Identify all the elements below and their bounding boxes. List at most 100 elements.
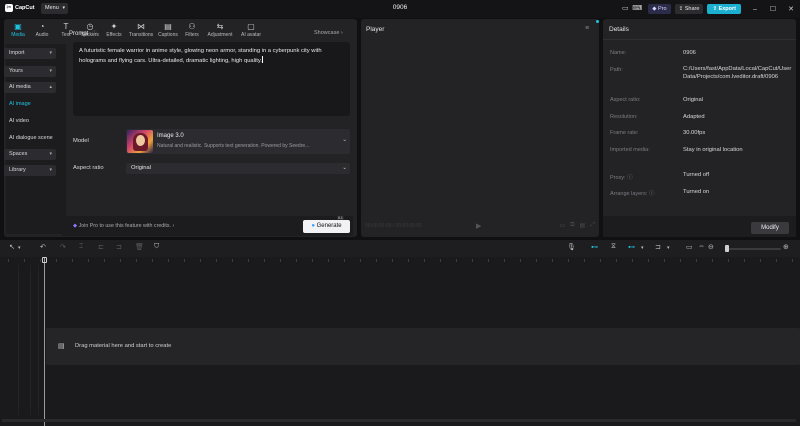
split-right-icon[interactable]: ⊐	[116, 243, 122, 251]
detail-value-imported-media: Stay in original location	[683, 147, 743, 153]
sidebar-item-ai-media[interactable]: AI media ▴	[4, 82, 56, 93]
detail-value-path: C:/Users/fast/AppData/Local/CapCut/User …	[683, 66, 792, 80]
share-label: Share	[684, 6, 700, 12]
info-icon[interactable]: ⓘ	[627, 175, 633, 181]
undo-icon[interactable]: ↶	[40, 243, 46, 251]
main-track-magnet-icon[interactable]: ⊷	[591, 243, 598, 251]
tab-adjustment[interactable]: ⇆ Adjustment	[204, 21, 236, 41]
chevron-down-icon[interactable]: ▾	[641, 245, 644, 251]
sidebar-item-yours[interactable]: Yours ▾	[4, 66, 56, 77]
pro-note-text: Join Pro to use this feature with credit…	[78, 223, 172, 229]
generate-button[interactable]: ● Generate	[303, 220, 350, 233]
tab-audio[interactable]: ◔ Audio	[30, 21, 54, 41]
ruler-tick	[648, 259, 649, 262]
aspect-icon[interactable]: ▤	[580, 222, 586, 229]
chevron-down-icon[interactable]: ▾	[667, 245, 670, 251]
play-icon[interactable]: ▶	[476, 222, 481, 230]
model-label: Model	[73, 138, 89, 144]
fit-icon[interactable]: ⇔	[698, 243, 705, 250]
split-icon[interactable]: ⌶	[79, 243, 83, 251]
media-icon: ▣	[14, 22, 22, 31]
export-button[interactable]: ⇧ Export	[707, 4, 741, 14]
ratio-icon[interactable]: ▭	[560, 222, 566, 229]
sidebar-item-label: Yours	[9, 68, 23, 74]
zoom-in-icon[interactable]: ⊕	[783, 243, 789, 251]
microphone-icon[interactable]: 🎙	[567, 243, 576, 251]
sidebar-item-spaces[interactable]: Spaces ▾	[4, 149, 56, 160]
sidebar-item-ai-image[interactable]: AI image	[9, 101, 31, 107]
player-timecode: 00:00:00:00 / 00:00:00:00	[365, 223, 422, 229]
sidebar-item-label: Import	[9, 50, 25, 56]
marker-icon[interactable]: ⛉	[154, 243, 159, 251]
detail-value-proxy: Turned off	[683, 172, 710, 178]
zoom-slider-handle[interactable]	[725, 245, 729, 252]
maximize-icon[interactable]: ☐	[764, 5, 782, 13]
ruler-tick	[504, 259, 505, 262]
chevron-right-icon: ›	[340, 30, 343, 36]
ruler-tick	[424, 259, 425, 262]
prompt-label: Prompt	[69, 31, 89, 37]
ruler-tick	[88, 259, 89, 262]
tab-transitions[interactable]: ⋈ Transitions	[126, 21, 156, 41]
chevron-down-icon: ▾	[49, 167, 52, 173]
info-icon[interactable]: ⓘ	[92, 31, 97, 37]
caption-track-icon[interactable]: ▭	[686, 243, 693, 251]
tab-effects[interactable]: ✦ Effects	[102, 21, 126, 41]
tab-ai-avatar[interactable]: ▢ AI avatar	[236, 21, 266, 41]
select-cursor-icon[interactable]: ↖	[9, 243, 15, 251]
model-select[interactable]: Image 3.0 Natural and realistic. Support…	[126, 129, 350, 154]
preview-axis-icon[interactable]: ⊐	[655, 243, 661, 251]
tab-filters[interactable]: ⚇ Filters	[180, 21, 204, 41]
tab-label: Transitions	[128, 32, 154, 38]
tab-media[interactable]: ▣ Media	[6, 21, 30, 41]
credit-badge: 0.1	[337, 216, 344, 220]
sidebar-item-ai-video[interactable]: AI video	[9, 118, 29, 124]
playhead-handle[interactable]	[42, 257, 47, 263]
aspect-ratio-select[interactable]: Original ⌄	[126, 163, 350, 174]
timeline-scrollbar[interactable]	[2, 419, 796, 422]
info-icon[interactable]: ⓘ	[649, 191, 655, 197]
tab-label: Adjustment	[207, 32, 233, 38]
zoom-slider-track[interactable]	[727, 248, 781, 250]
crop-icon[interactable]: ⧉	[570, 222, 574, 229]
pro-note[interactable]: ◆ Join Pro to use this feature with cred…	[73, 223, 174, 229]
sidebar-item-library[interactable]: Library ▾	[4, 165, 56, 176]
playhead[interactable]	[44, 258, 45, 426]
redo-icon[interactable]: ↷	[60, 243, 66, 251]
delete-icon[interactable]: 🗑	[135, 243, 144, 251]
tab-captions[interactable]: ▤ Captions	[156, 21, 180, 41]
sidebar-item-label: Library	[9, 167, 26, 173]
detail-key: Proxy: ⓘ	[610, 173, 633, 181]
prompt-textarea[interactable]: A futuristic female warrior in anime sty…	[73, 42, 350, 116]
ruler-tick	[56, 259, 57, 262]
pro-button[interactable]: ◆ Pro	[648, 4, 671, 14]
ruler-tick	[664, 259, 665, 262]
hamburger-menu-icon[interactable]: ≡	[585, 25, 589, 32]
layout-icon[interactable]: ▭	[619, 4, 631, 14]
ruler-tick	[24, 259, 25, 262]
ruler-tick	[360, 259, 361, 262]
text-caret	[261, 56, 263, 63]
sidebar-item-ai-dialogue-scene[interactable]: AI dialogue scene	[9, 135, 53, 141]
showcase-link[interactable]: Showcase ›	[314, 30, 343, 36]
linkage-icon[interactable]: ⊷	[628, 243, 635, 251]
chevron-right-icon: ›	[172, 223, 175, 229]
split-left-icon[interactable]: ⊏	[98, 243, 104, 251]
detail-value-name: 0906	[683, 50, 696, 56]
ruler-tick	[696, 259, 697, 262]
close-icon[interactable]: ✕	[782, 5, 800, 13]
zoom-out-icon[interactable]: ⊖	[708, 243, 714, 251]
share-button[interactable]: ⇪ Share	[674, 4, 704, 14]
sidebar-item-import[interactable]: Import ▾	[4, 48, 56, 59]
auto-snap-icon[interactable]: ⧖	[611, 243, 616, 251]
detail-value-resolution: Adapted	[683, 114, 705, 120]
export-label: Export	[718, 6, 736, 12]
tab-label: Filters	[185, 32, 199, 38]
chevron-down-icon[interactable]: ▾	[18, 245, 21, 251]
fullscreen-icon[interactable]: ⤢	[590, 222, 595, 229]
ruler-tick	[344, 259, 345, 262]
keyboard-icon[interactable]: ⌨	[631, 4, 643, 14]
modify-button[interactable]: Modify	[751, 222, 789, 234]
ruler-tick	[488, 259, 489, 262]
minimize-icon[interactable]: –	[746, 6, 764, 13]
